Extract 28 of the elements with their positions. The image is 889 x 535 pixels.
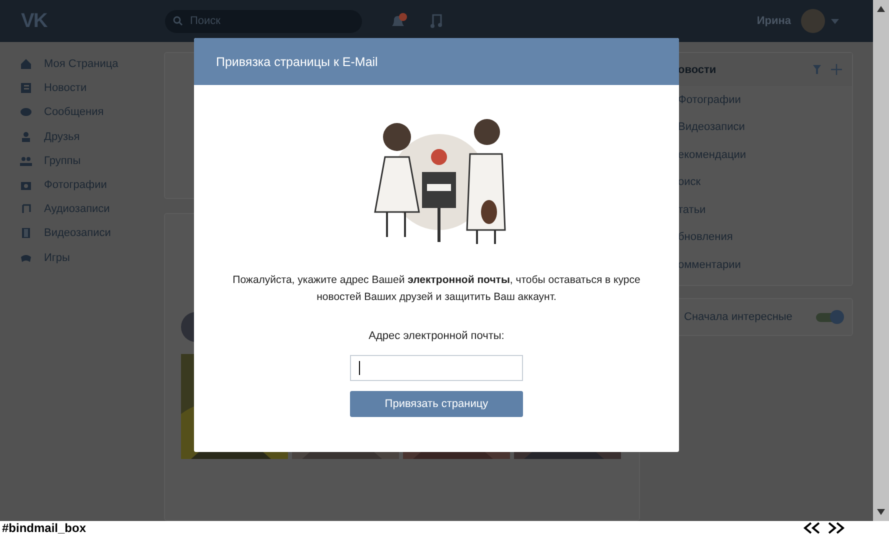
scroll-down-icon[interactable]	[877, 509, 885, 515]
toggle-label: Сначала интересные	[684, 311, 792, 323]
home-icon	[20, 58, 32, 70]
plus-icon[interactable]	[831, 64, 842, 75]
news-icon	[20, 82, 32, 94]
people-icon	[20, 154, 32, 167]
menu-title: овости	[678, 64, 716, 76]
user-name[interactable]: Ирина	[756, 15, 791, 27]
bind-page-button[interactable]: Привязать страницу	[350, 391, 523, 417]
scroll-up-icon[interactable]	[877, 6, 885, 12]
avatar[interactable]	[801, 9, 825, 33]
search-field[interactable]: Поиск	[165, 10, 362, 32]
dialog-title: Привязка страницы к E-Mail	[194, 38, 679, 85]
status-text: #bindmail_box	[2, 521, 86, 535]
caret-icon	[831, 18, 839, 24]
film-icon	[20, 227, 32, 240]
double-chevron-right-icon[interactable]	[827, 522, 845, 534]
search-icon	[173, 16, 183, 26]
dialog-message: Пожалуйста, укажите адрес Вашей электронной почты, чтобы оставаться в курсе новостей Ваших друзей и защитить Ваш аккаунт.	[232, 273, 642, 305]
bell-icon[interactable]	[390, 13, 408, 29]
double-chevron-left-icon[interactable]	[803, 522, 821, 534]
email-field[interactable]	[350, 355, 523, 381]
email-label: Адрес электронной почты:	[368, 330, 504, 342]
camera-icon	[20, 179, 32, 192]
toggle-switch[interactable]	[816, 312, 842, 322]
search-input[interactable]: Поиск	[188, 14, 352, 28]
person-icon	[20, 130, 32, 143]
filter-icon[interactable]	[813, 65, 821, 74]
